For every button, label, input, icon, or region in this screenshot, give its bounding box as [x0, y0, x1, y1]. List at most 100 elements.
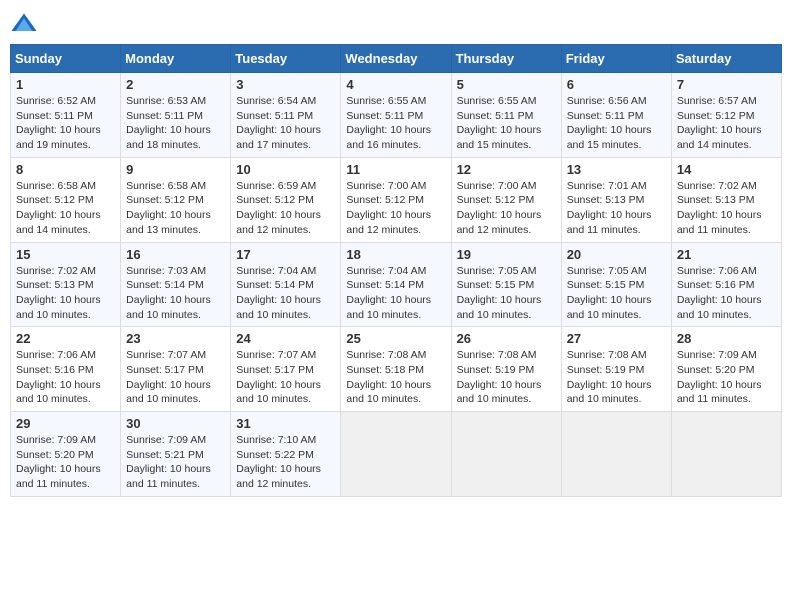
- day-number: 26: [457, 331, 556, 346]
- column-header-monday: Monday: [121, 45, 231, 73]
- calendar-cell: [671, 412, 781, 497]
- calendar-cell: 30 Sunrise: 7:09 AMSunset: 5:21 PMDaylig…: [121, 412, 231, 497]
- calendar-cell: 16 Sunrise: 7:03 AMSunset: 5:14 PMDaylig…: [121, 242, 231, 327]
- calendar-cell: 2 Sunrise: 6:53 AMSunset: 5:11 PMDayligh…: [121, 73, 231, 158]
- day-detail: Sunrise: 6:52 AMSunset: 5:11 PMDaylight:…: [16, 95, 101, 151]
- day-detail: Sunrise: 7:09 AMSunset: 5:20 PMDaylight:…: [677, 349, 762, 405]
- day-detail: Sunrise: 7:09 AMSunset: 5:21 PMDaylight:…: [126, 434, 211, 490]
- column-header-saturday: Saturday: [671, 45, 781, 73]
- logo-icon: [10, 10, 38, 38]
- day-number: 1: [16, 77, 115, 92]
- calendar-cell: 31 Sunrise: 7:10 AMSunset: 5:22 PMDaylig…: [231, 412, 341, 497]
- day-detail: Sunrise: 7:02 AMSunset: 5:13 PMDaylight:…: [16, 265, 101, 321]
- day-number: 31: [236, 416, 335, 431]
- day-number: 8: [16, 162, 115, 177]
- calendar-cell: 1 Sunrise: 6:52 AMSunset: 5:11 PMDayligh…: [11, 73, 121, 158]
- calendar-cell: 13 Sunrise: 7:01 AMSunset: 5:13 PMDaylig…: [561, 157, 671, 242]
- calendar-cell: 4 Sunrise: 6:55 AMSunset: 5:11 PMDayligh…: [341, 73, 451, 158]
- day-number: 27: [567, 331, 666, 346]
- calendar-cell: [561, 412, 671, 497]
- day-detail: Sunrise: 7:07 AMSunset: 5:17 PMDaylight:…: [126, 349, 211, 405]
- day-number: 5: [457, 77, 556, 92]
- day-detail: Sunrise: 7:05 AMSunset: 5:15 PMDaylight:…: [457, 265, 542, 321]
- calendar-cell: 9 Sunrise: 6:58 AMSunset: 5:12 PMDayligh…: [121, 157, 231, 242]
- calendar-cell: 19 Sunrise: 7:05 AMSunset: 5:15 PMDaylig…: [451, 242, 561, 327]
- week-row-1: 1 Sunrise: 6:52 AMSunset: 5:11 PMDayligh…: [11, 73, 782, 158]
- day-number: 17: [236, 247, 335, 262]
- day-number: 23: [126, 331, 225, 346]
- calendar-cell: 20 Sunrise: 7:05 AMSunset: 5:15 PMDaylig…: [561, 242, 671, 327]
- week-row-5: 29 Sunrise: 7:09 AMSunset: 5:20 PMDaylig…: [11, 412, 782, 497]
- day-detail: Sunrise: 6:59 AMSunset: 5:12 PMDaylight:…: [236, 180, 321, 236]
- day-detail: Sunrise: 7:00 AMSunset: 5:12 PMDaylight:…: [346, 180, 431, 236]
- day-number: 24: [236, 331, 335, 346]
- day-number: 29: [16, 416, 115, 431]
- day-detail: Sunrise: 7:08 AMSunset: 5:19 PMDaylight:…: [457, 349, 542, 405]
- day-detail: Sunrise: 6:54 AMSunset: 5:11 PMDaylight:…: [236, 95, 321, 151]
- day-number: 6: [567, 77, 666, 92]
- calendar-cell: 14 Sunrise: 7:02 AMSunset: 5:13 PMDaylig…: [671, 157, 781, 242]
- day-number: 21: [677, 247, 776, 262]
- day-number: 19: [457, 247, 556, 262]
- day-number: 14: [677, 162, 776, 177]
- calendar-cell: 11 Sunrise: 7:00 AMSunset: 5:12 PMDaylig…: [341, 157, 451, 242]
- calendar-table: SundayMondayTuesdayWednesdayThursdayFrid…: [10, 44, 782, 497]
- day-detail: Sunrise: 7:04 AMSunset: 5:14 PMDaylight:…: [346, 265, 431, 321]
- calendar-cell: 27 Sunrise: 7:08 AMSunset: 5:19 PMDaylig…: [561, 327, 671, 412]
- day-detail: Sunrise: 7:04 AMSunset: 5:14 PMDaylight:…: [236, 265, 321, 321]
- calendar-cell: 8 Sunrise: 6:58 AMSunset: 5:12 PMDayligh…: [11, 157, 121, 242]
- day-detail: Sunrise: 7:01 AMSunset: 5:13 PMDaylight:…: [567, 180, 652, 236]
- column-header-thursday: Thursday: [451, 45, 561, 73]
- logo: [10, 10, 42, 38]
- week-row-2: 8 Sunrise: 6:58 AMSunset: 5:12 PMDayligh…: [11, 157, 782, 242]
- day-number: 12: [457, 162, 556, 177]
- week-row-4: 22 Sunrise: 7:06 AMSunset: 5:16 PMDaylig…: [11, 327, 782, 412]
- day-detail: Sunrise: 6:58 AMSunset: 5:12 PMDaylight:…: [16, 180, 101, 236]
- calendar-cell: 3 Sunrise: 6:54 AMSunset: 5:11 PMDayligh…: [231, 73, 341, 158]
- calendar-cell: 10 Sunrise: 6:59 AMSunset: 5:12 PMDaylig…: [231, 157, 341, 242]
- calendar-cell: 26 Sunrise: 7:08 AMSunset: 5:19 PMDaylig…: [451, 327, 561, 412]
- day-number: 10: [236, 162, 335, 177]
- day-detail: Sunrise: 7:06 AMSunset: 5:16 PMDaylight:…: [677, 265, 762, 321]
- day-detail: Sunrise: 6:55 AMSunset: 5:11 PMDaylight:…: [457, 95, 542, 151]
- calendar-cell: [341, 412, 451, 497]
- day-detail: Sunrise: 7:09 AMSunset: 5:20 PMDaylight:…: [16, 434, 101, 490]
- day-detail: Sunrise: 6:57 AMSunset: 5:12 PMDaylight:…: [677, 95, 762, 151]
- day-number: 18: [346, 247, 445, 262]
- column-header-wednesday: Wednesday: [341, 45, 451, 73]
- day-number: 28: [677, 331, 776, 346]
- day-number: 11: [346, 162, 445, 177]
- day-detail: Sunrise: 7:10 AMSunset: 5:22 PMDaylight:…: [236, 434, 321, 490]
- day-number: 22: [16, 331, 115, 346]
- day-detail: Sunrise: 7:06 AMSunset: 5:16 PMDaylight:…: [16, 349, 101, 405]
- day-detail: Sunrise: 7:08 AMSunset: 5:19 PMDaylight:…: [567, 349, 652, 405]
- day-number: 16: [126, 247, 225, 262]
- column-header-friday: Friday: [561, 45, 671, 73]
- calendar-cell: 23 Sunrise: 7:07 AMSunset: 5:17 PMDaylig…: [121, 327, 231, 412]
- day-number: 4: [346, 77, 445, 92]
- day-detail: Sunrise: 6:55 AMSunset: 5:11 PMDaylight:…: [346, 95, 431, 151]
- day-number: 3: [236, 77, 335, 92]
- day-detail: Sunrise: 7:07 AMSunset: 5:17 PMDaylight:…: [236, 349, 321, 405]
- calendar-cell: 6 Sunrise: 6:56 AMSunset: 5:11 PMDayligh…: [561, 73, 671, 158]
- calendar-cell: 25 Sunrise: 7:08 AMSunset: 5:18 PMDaylig…: [341, 327, 451, 412]
- calendar-cell: 5 Sunrise: 6:55 AMSunset: 5:11 PMDayligh…: [451, 73, 561, 158]
- day-detail: Sunrise: 7:03 AMSunset: 5:14 PMDaylight:…: [126, 265, 211, 321]
- calendar-cell: 22 Sunrise: 7:06 AMSunset: 5:16 PMDaylig…: [11, 327, 121, 412]
- day-number: 20: [567, 247, 666, 262]
- day-detail: Sunrise: 6:53 AMSunset: 5:11 PMDaylight:…: [126, 95, 211, 151]
- day-detail: Sunrise: 7:00 AMSunset: 5:12 PMDaylight:…: [457, 180, 542, 236]
- column-header-sunday: Sunday: [11, 45, 121, 73]
- calendar-cell: [451, 412, 561, 497]
- calendar-cell: 24 Sunrise: 7:07 AMSunset: 5:17 PMDaylig…: [231, 327, 341, 412]
- calendar-cell: 18 Sunrise: 7:04 AMSunset: 5:14 PMDaylig…: [341, 242, 451, 327]
- calendar-cell: 29 Sunrise: 7:09 AMSunset: 5:20 PMDaylig…: [11, 412, 121, 497]
- calendar-cell: 12 Sunrise: 7:00 AMSunset: 5:12 PMDaylig…: [451, 157, 561, 242]
- day-number: 13: [567, 162, 666, 177]
- day-number: 2: [126, 77, 225, 92]
- calendar-cell: 21 Sunrise: 7:06 AMSunset: 5:16 PMDaylig…: [671, 242, 781, 327]
- day-detail: Sunrise: 7:02 AMSunset: 5:13 PMDaylight:…: [677, 180, 762, 236]
- calendar-cell: 17 Sunrise: 7:04 AMSunset: 5:14 PMDaylig…: [231, 242, 341, 327]
- page-header: [10, 10, 782, 38]
- day-number: 15: [16, 247, 115, 262]
